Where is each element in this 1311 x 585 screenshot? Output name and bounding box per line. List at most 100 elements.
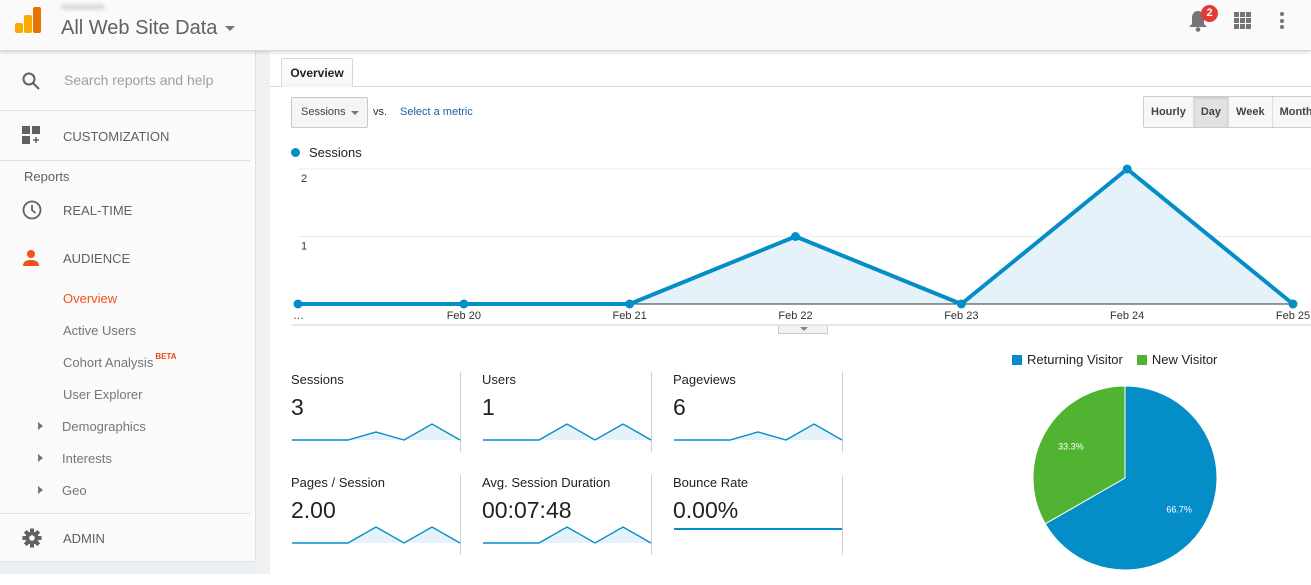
expand-arrow-icon[interactable] [38, 486, 43, 494]
apps-grid-icon[interactable] [1234, 12, 1251, 29]
sidebar-item-cohort-analysis[interactable]: Cohort Analysis BETA [63, 352, 177, 370]
analytics-logo-icon[interactable] [15, 7, 41, 33]
person-icon [23, 250, 39, 266]
select-metric-link[interactable]: Select a metric [400, 106, 473, 118]
x-tick-label: Feb 25 [1276, 310, 1310, 322]
scorecard[interactable]: Bounce Rate 0.00% [652, 475, 843, 585]
scorecard[interactable]: Users 1 [461, 372, 652, 482]
scorecard-label: Bounce Rate [673, 475, 749, 490]
metric-select[interactable]: Sessions [291, 97, 368, 128]
scorecard-label: Sessions [291, 372, 344, 387]
scorecard-label: Pages / Session [291, 475, 385, 490]
scorecard-label: Avg. Session Duration [482, 475, 611, 490]
sparkline [483, 526, 652, 544]
vs-label: vs. [373, 106, 388, 118]
sidebar-item-label: CUSTOMIZATION [63, 128, 170, 144]
divider [0, 160, 250, 161]
visitor-pie-chart[interactable]: 66.7% 33.3% [1030, 383, 1220, 573]
scorecard[interactable]: Pageviews 6 [652, 372, 843, 482]
sidebar-item-customization[interactable]: CUSTOMIZATION [0, 121, 256, 151]
sidebar-item-overview[interactable]: Overview [63, 291, 117, 306]
tab-strip [270, 86, 1311, 87]
y-tick-label: 1 [301, 241, 307, 253]
legend-swatch [1136, 354, 1147, 365]
sidebar-item-label: ADMIN [63, 530, 105, 546]
expand-arrow-icon[interactable] [38, 454, 43, 462]
granularity-week[interactable]: Week [1229, 97, 1273, 127]
legend-swatch [1012, 354, 1022, 365]
legend-label: Returning Visitor [1027, 352, 1123, 367]
scorecard[interactable]: Sessions 3 [270, 372, 461, 482]
granularity-hourly[interactable]: Hourly [1144, 97, 1194, 127]
sidebar-item-label: Cohort Analysis [63, 355, 154, 370]
expand-arrow-icon[interactable] [38, 422, 43, 430]
x-tick-label: Feb 20 [447, 310, 481, 322]
pie-legend: Returning Visitor New Visitor [1012, 352, 1231, 367]
chart-legend[interactable]: Sessions [291, 145, 362, 160]
granularity-month[interactable]: Month [1273, 97, 1311, 127]
data-point[interactable] [293, 299, 303, 309]
scorecard[interactable]: Avg. Session Duration 00:07:48 [461, 475, 652, 585]
pie-value-label: 66.7% [1166, 504, 1192, 514]
chevron-down-icon [351, 111, 359, 115]
property-selector[interactable]: All Web Site Data [61, 17, 236, 40]
sidebar-item-user-explorer[interactable]: User Explorer [63, 387, 142, 402]
sidebar-item-label: REAL-TIME [63, 202, 133, 218]
sidebar-item-label: AUDIENCE [63, 250, 131, 266]
search-icon [22, 72, 40, 90]
data-point[interactable] [625, 299, 635, 309]
sidebar-item-audience[interactable]: AUDIENCE [0, 244, 256, 272]
sparkline [674, 423, 843, 441]
search-input[interactable] [64, 72, 244, 88]
sparkline [292, 526, 461, 544]
reports-heading: Reports [24, 169, 70, 184]
sidebar-item-demographics[interactable]: Demographics [62, 419, 146, 434]
scorecard-label: Pageviews [673, 372, 736, 387]
sidebar-item-geo[interactable]: Geo [62, 483, 87, 498]
dashboard-add-icon [22, 126, 40, 144]
data-point[interactable] [459, 299, 469, 309]
top-bar: All Web Site Data 2 [0, 0, 1311, 51]
pie-value-label: 33.3% [1058, 442, 1084, 452]
more-vert-icon[interactable] [1280, 12, 1284, 29]
sparkline [292, 423, 461, 441]
sidebar-item-admin[interactable]: ADMIN [0, 524, 256, 552]
granularity-day[interactable]: Day [1193, 97, 1230, 127]
sidebar-footer [0, 561, 256, 574]
data-point[interactable] [1122, 164, 1132, 174]
sidebar-item-interests[interactable]: Interests [62, 451, 112, 466]
x-tick-label: Feb 23 [944, 310, 978, 322]
legend-new-visitor[interactable]: New Visitor [1136, 352, 1218, 367]
sidebar: CUSTOMIZATION Reports REAL-TIME AUDIENCE… [0, 51, 256, 574]
data-point[interactable] [956, 299, 966, 309]
search-row [0, 51, 256, 111]
sparkline [674, 528, 842, 530]
x-tick-label: Feb 24 [1110, 310, 1144, 322]
x-tick-label: … [293, 310, 304, 322]
property-title: All Web Site Data [61, 17, 218, 39]
x-tick-label: Feb 22 [778, 310, 812, 322]
x-tick-label: Feb 21 [613, 310, 647, 322]
legend-dot [291, 148, 300, 157]
sessions-line-chart[interactable]: 1 2 … Feb 20 Feb 21 Feb 22 Feb 23 Feb 24 Feb 25 [270, 161, 1311, 331]
legend-returning-visitor[interactable]: Returning Visitor [1012, 352, 1123, 367]
data-point[interactable] [791, 232, 800, 241]
sidebar-item-realtime[interactable]: REAL-TIME [0, 196, 256, 224]
notification-badge: 2 [1201, 5, 1218, 22]
legend-label: New Visitor [1151, 352, 1218, 367]
gutter [256, 51, 270, 574]
sparkline [483, 423, 652, 441]
data-point[interactable] [1288, 299, 1298, 309]
tab-overview[interactable]: Overview [281, 58, 353, 87]
chart-resize-handle[interactable] [778, 326, 828, 334]
sidebar-item-active-users[interactable]: Active Users [63, 323, 136, 338]
y-tick-label: 2 [301, 173, 307, 185]
legend-label: Sessions [309, 145, 362, 160]
divider [0, 513, 250, 514]
scorecard-label: Users [482, 372, 516, 387]
chevron-down-icon [225, 26, 236, 31]
beta-badge: BETA [155, 352, 177, 361]
gear-icon [22, 528, 42, 548]
scorecard[interactable]: Pages / Session 2.00 [270, 475, 461, 585]
granularity-toggle: Hourly Day Week Month [1143, 96, 1311, 128]
